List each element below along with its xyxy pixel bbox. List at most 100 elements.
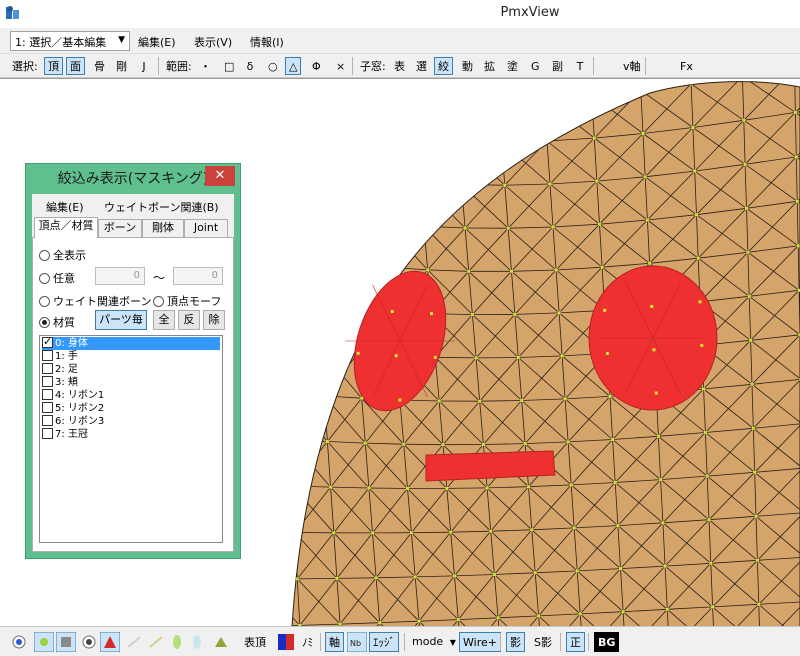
- subwin-select-button[interactable]: 選: [412, 57, 431, 75]
- range-delta-button[interactable]: δ: [242, 57, 258, 75]
- mesh-edge: [497, 98, 548, 142]
- only-toggle[interactable]: ﾉﾐ: [298, 632, 317, 652]
- per-part-button[interactable]: パーツ毎: [95, 310, 147, 330]
- list-item[interactable]: 1: 手: [42, 350, 220, 363]
- render-mode-dropdown[interactable]: mode ▼: [408, 632, 458, 652]
- list-item[interactable]: 6: リボン3: [42, 415, 220, 428]
- background-color-button[interactable]: BG: [594, 632, 620, 652]
- vertex-point: [245, 247, 248, 250]
- list-item[interactable]: 4: リボン1: [42, 389, 220, 402]
- wire-plus-toggle[interactable]: Wire+: [459, 632, 501, 652]
- select-joint-toggle[interactable]: J: [136, 57, 152, 75]
- list-item[interactable]: 2: 足: [42, 363, 220, 376]
- select-all-button[interactable]: 全: [153, 310, 175, 330]
- vertex-display-icon[interactable]: [34, 632, 54, 652]
- material-list[interactable]: 0: 身体 1: 手 2: 足 3: 頬 4: リボン1 5: リボン2 6: …: [39, 335, 223, 543]
- self-shadow-toggle[interactable]: S影: [530, 632, 556, 652]
- mesh-edge: [380, 178, 385, 224]
- range-phi-button[interactable]: Φ: [308, 57, 325, 75]
- range-from-field[interactable]: 0: [95, 267, 145, 285]
- menu-info[interactable]: 情報(I): [250, 34, 284, 50]
- v-axis-button[interactable]: v軸: [619, 57, 645, 75]
- mesh-edge: [346, 218, 389, 268]
- fx-button[interactable]: Fx: [676, 57, 697, 75]
- weight-bone-radio[interactable]: ウェイト関連ボーン: [39, 293, 151, 309]
- dialog-menu-edit[interactable]: 編集(E): [46, 199, 84, 215]
- shadow-toggle[interactable]: 影: [506, 632, 525, 652]
- mesh-edge: [292, 392, 328, 442]
- range-point-button[interactable]: ・: [196, 57, 215, 75]
- mesh-edge: [346, 198, 365, 219]
- mesh-edge: [301, 81, 306, 123]
- arbitrary-radio[interactable]: 任意: [39, 270, 75, 286]
- face-display-icon[interactable]: [56, 632, 76, 652]
- tab-rigid-body[interactable]: 剛体: [142, 219, 184, 237]
- list-item[interactable]: 7: 王冠: [42, 428, 220, 441]
- material-radio[interactable]: 材質: [39, 314, 75, 330]
- range-triangle-button[interactable]: △: [285, 57, 302, 75]
- close-icon[interactable]: ✕: [205, 166, 235, 186]
- range-circle-button[interactable]: ○: [264, 57, 282, 75]
- vertex-point: [316, 303, 320, 307]
- subwin-g-button[interactable]: G: [527, 57, 544, 75]
- list-item[interactable]: 0: 身体: [42, 335, 220, 350]
- radio-button[interactable]: [39, 273, 50, 284]
- invert-button[interactable]: 反: [178, 310, 200, 330]
- edit-mode-select[interactable]: 1: 選択／基本編集 ▼: [10, 31, 130, 51]
- radio-button[interactable]: [39, 317, 50, 328]
- range-rect-button[interactable]: □: [220, 57, 238, 75]
- soft-body-icon[interactable]: [212, 633, 230, 651]
- normal-display-icon[interactable]: Nb: [347, 632, 367, 652]
- checkbox[interactable]: [42, 415, 53, 426]
- rigid-body-icon[interactable]: [170, 633, 184, 651]
- joint-icon[interactable]: [190, 633, 204, 651]
- radio-button[interactable]: [39, 250, 50, 261]
- range-clear-button[interactable]: ×: [332, 57, 349, 75]
- radio-target-icon[interactable]: [12, 635, 26, 649]
- range-to-field[interactable]: 0: [173, 267, 223, 285]
- vertex-point: [445, 486, 449, 490]
- tab-vertex-material[interactable]: 頂点／材質: [34, 217, 98, 238]
- show-all-radio[interactable]: 全表示: [39, 247, 86, 263]
- list-item[interactable]: 3: 頬: [42, 376, 220, 389]
- front-vertex-toggle[interactable]: 表頂: [240, 632, 270, 652]
- menu-view[interactable]: 表示(V): [194, 34, 232, 50]
- bone-display-icon[interactable]: [100, 632, 120, 652]
- radio-target-icon[interactable]: [82, 635, 96, 649]
- checkbox[interactable]: [42, 402, 53, 413]
- material-color-icon[interactable]: [278, 634, 294, 650]
- morph-icon[interactable]: [148, 635, 164, 649]
- checkbox[interactable]: [42, 335, 53, 348]
- subwin-t-button[interactable]: T: [572, 57, 588, 75]
- remove-button[interactable]: 除: [203, 310, 225, 330]
- vertex-morph-radio[interactable]: 頂点モーフ: [153, 293, 221, 309]
- checkbox[interactable]: [42, 376, 53, 387]
- orthographic-toggle[interactable]: 正: [566, 632, 585, 652]
- select-rigid-toggle[interactable]: 剛: [112, 57, 131, 75]
- list-item[interactable]: 5: リボン2: [42, 402, 220, 415]
- subwin-paint-button[interactable]: 塗: [503, 57, 522, 75]
- tab-bone[interactable]: ボーン: [98, 219, 142, 237]
- select-vertex-toggle[interactable]: 頂: [44, 57, 63, 75]
- checkbox[interactable]: [42, 389, 53, 400]
- menu-edit[interactable]: 編集(E): [138, 34, 176, 50]
- checkbox[interactable]: [42, 350, 53, 361]
- radio-button[interactable]: [153, 296, 164, 307]
- subwin-table-button[interactable]: 表: [390, 57, 409, 75]
- subwin-mask-button[interactable]: 絞: [434, 57, 453, 75]
- dialog-menu-weight-bone[interactable]: ウェイトボーン関連(B): [104, 199, 219, 215]
- mesh-edge: [304, 102, 322, 123]
- axis-toggle[interactable]: 軸: [325, 632, 344, 652]
- mesh-edge: [254, 485, 256, 532]
- checkbox[interactable]: [42, 428, 53, 439]
- radio-button[interactable]: [39, 296, 50, 307]
- subwin-sub-button[interactable]: 副: [548, 57, 567, 75]
- subwin-move-button[interactable]: 動: [458, 57, 477, 75]
- weight-icon[interactable]: [126, 635, 142, 649]
- tab-joint[interactable]: Joint: [184, 219, 228, 237]
- edge-toggle[interactable]: ｴｯｼﾞ: [369, 632, 399, 652]
- subwin-scale-button[interactable]: 拡: [480, 57, 499, 75]
- checkbox[interactable]: [42, 363, 53, 374]
- select-bone-toggle[interactable]: 骨: [90, 57, 109, 75]
- select-face-toggle[interactable]: 面: [66, 57, 85, 75]
